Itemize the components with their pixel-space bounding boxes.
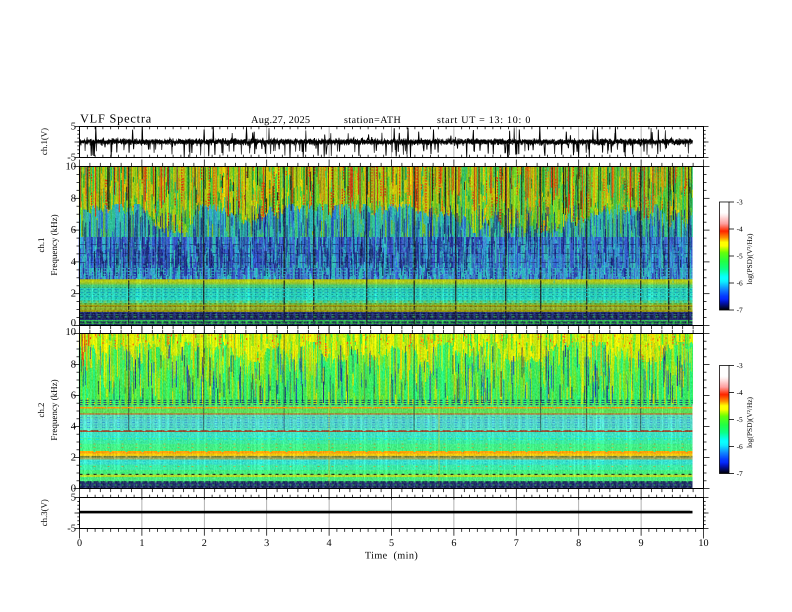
svg-text:6: 6 bbox=[451, 538, 456, 549]
svg-text:8: 8 bbox=[576, 538, 581, 549]
svg-text:1: 1 bbox=[139, 538, 144, 549]
svg-text:-7: -7 bbox=[737, 469, 743, 478]
svg-text:ch.1(V): ch.1(V) bbox=[39, 128, 49, 155]
svg-text:8: 8 bbox=[71, 193, 76, 204]
svg-text:6: 6 bbox=[71, 225, 76, 236]
svg-text:station=ATH: station=ATH bbox=[344, 115, 401, 126]
svg-text:-4: -4 bbox=[737, 224, 743, 233]
svg-text:VLF Spectra: VLF Spectra bbox=[80, 112, 152, 126]
svg-text:2: 2 bbox=[71, 289, 76, 300]
svg-text:log(PSD)(V²/Hz): log(PSD)(V²/Hz) bbox=[745, 233, 754, 285]
svg-text:10: 10 bbox=[66, 327, 77, 338]
svg-text:ch.2: ch.2 bbox=[36, 403, 46, 418]
svg-text:-6: -6 bbox=[737, 442, 743, 451]
svg-text:8: 8 bbox=[71, 360, 76, 371]
svg-text:0: 0 bbox=[77, 538, 82, 549]
svg-text:3: 3 bbox=[264, 538, 269, 549]
svg-text:-5: -5 bbox=[737, 415, 743, 424]
svg-text:-3: -3 bbox=[737, 361, 743, 370]
svg-text:-6: -6 bbox=[737, 278, 743, 287]
svg-text:4: 4 bbox=[71, 422, 77, 433]
svg-text:Frequency (kHz): Frequency (kHz) bbox=[49, 214, 59, 275]
svg-text:4: 4 bbox=[71, 257, 77, 268]
svg-text:start UT = 13: 10: 0: start UT = 13: 10: 0 bbox=[437, 115, 531, 126]
svg-text:7: 7 bbox=[514, 538, 519, 549]
svg-text:2: 2 bbox=[71, 453, 76, 464]
svg-text:ch.1: ch.1 bbox=[36, 238, 46, 253]
svg-text:-4: -4 bbox=[737, 388, 743, 397]
svg-text:Aug.27, 2025: Aug.27, 2025 bbox=[251, 115, 310, 126]
svg-text:6: 6 bbox=[71, 391, 76, 402]
svg-text:4: 4 bbox=[327, 538, 332, 549]
svg-text:-5: -5 bbox=[737, 251, 743, 260]
svg-text:-7: -7 bbox=[737, 305, 743, 314]
svg-text:Time (min): Time (min) bbox=[365, 551, 418, 562]
svg-text:9: 9 bbox=[639, 538, 644, 549]
svg-text:Frequency (kHz): Frequency (kHz) bbox=[49, 379, 59, 440]
svg-text:log(PSD)(V²/Hz): log(PSD)(V²/Hz) bbox=[745, 396, 754, 448]
svg-text:-3: -3 bbox=[737, 197, 743, 206]
svg-text:5: 5 bbox=[389, 538, 394, 549]
svg-text:10: 10 bbox=[698, 538, 708, 549]
svg-text:5: 5 bbox=[71, 493, 76, 504]
svg-text:-5: -5 bbox=[67, 524, 76, 535]
svg-text:10: 10 bbox=[66, 162, 77, 173]
svg-text:5: 5 bbox=[71, 122, 76, 133]
svg-text:2: 2 bbox=[202, 538, 207, 549]
svg-text:ch.3(V): ch.3(V) bbox=[39, 499, 49, 526]
